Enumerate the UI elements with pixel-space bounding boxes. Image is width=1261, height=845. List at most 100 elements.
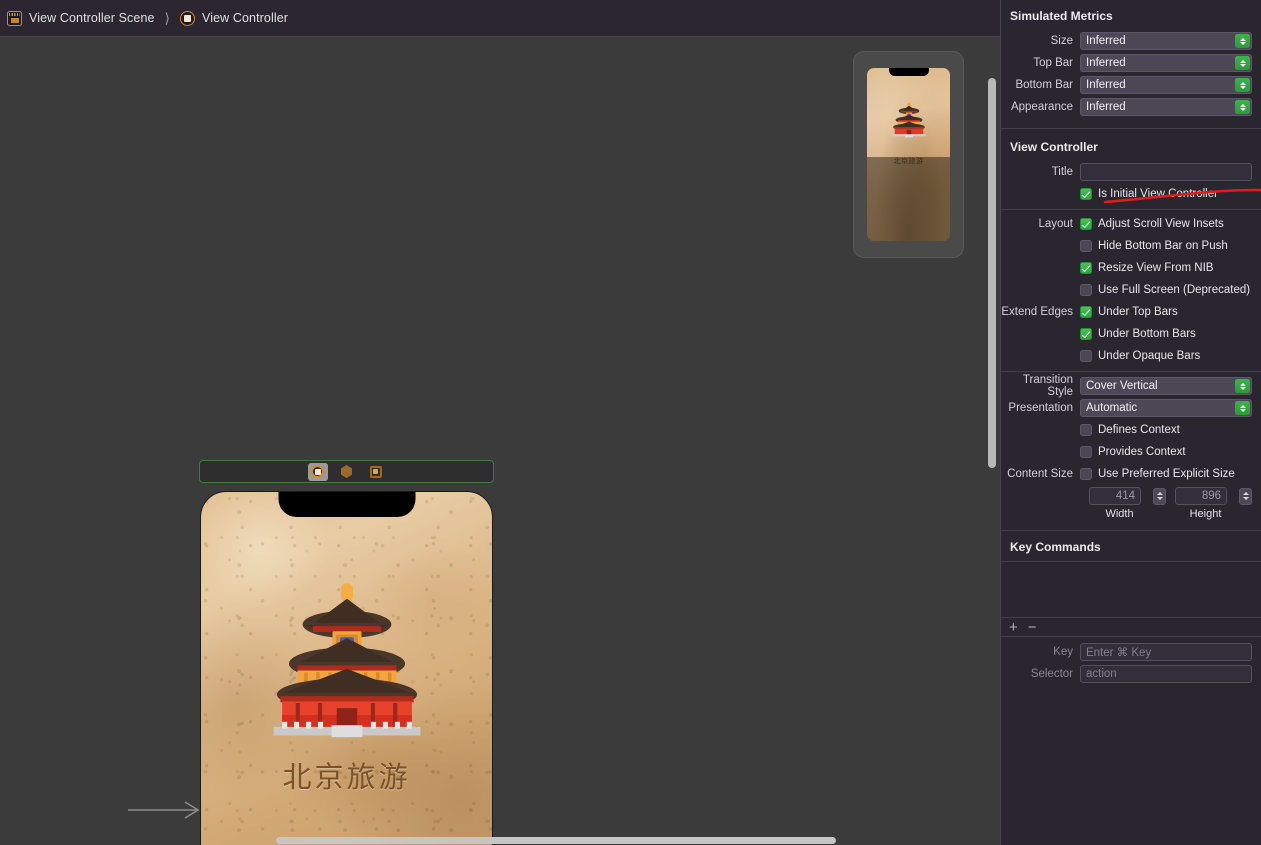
row-appearance[interactable]: Appearance Inferred: [1001, 96, 1261, 118]
selector-input[interactable]: action: [1080, 665, 1252, 683]
row-provides-context[interactable]: Provides Context: [1001, 441, 1261, 463]
canvas-horizontal-scrollbar[interactable]: [276, 837, 836, 844]
dock-item-view-controller[interactable]: [307, 462, 328, 481]
checkbox-use-preferred-explicit-size[interactable]: Use Preferred Explicit Size: [1080, 465, 1235, 483]
checkbox-icon: [1080, 424, 1092, 436]
checkbox-under-bottom-bars[interactable]: Under Bottom Bars: [1080, 325, 1196, 343]
simulated-metrics-header: Simulated Metrics: [1010, 9, 1113, 23]
width-stepper[interactable]: [1153, 487, 1166, 505]
device-thumbnail-preview[interactable]: 北京旅游: [853, 51, 964, 258]
checkbox-icon: [1080, 188, 1092, 200]
content-size-captions: Width Height: [1001, 508, 1261, 520]
row-layout-4[interactable]: Use Full Screen (Deprecated): [1001, 279, 1261, 301]
height-caption: Height: [1189, 508, 1222, 520]
row-extend-edges-2[interactable]: Under Bottom Bars: [1001, 323, 1261, 345]
device-preview[interactable]: 北京旅游: [200, 491, 493, 845]
view-controller-icon: [311, 465, 324, 478]
popup-bottom-bar[interactable]: Inferred: [1080, 76, 1252, 94]
label-title: Title: [1051, 166, 1073, 178]
popup-appearance[interactable]: Inferred: [1080, 98, 1252, 116]
checkbox-is-initial-view-controller[interactable]: Is Initial View Controller: [1080, 185, 1218, 203]
divider: [1001, 371, 1261, 372]
breadcrumb-item-controller[interactable]: View Controller: [180, 10, 288, 26]
popup-top-bar-value: Inferred: [1086, 57, 1126, 69]
popup-size-value: Inferred: [1086, 35, 1126, 47]
checkbox-icon: [1080, 306, 1092, 318]
scene-dock[interactable]: [199, 460, 494, 483]
popup-appearance-value: Inferred: [1086, 101, 1126, 113]
width-caption: Width: [1105, 508, 1134, 520]
attributes-inspector[interactable]: Simulated Metrics Size Inferred Top Bar …: [1000, 0, 1261, 845]
height-input[interactable]: 896: [1175, 487, 1227, 505]
popup-presentation[interactable]: Automatic: [1080, 399, 1252, 417]
row-extend-edges-1[interactable]: Extend Edges Under Top Bars: [1001, 301, 1261, 323]
checkbox-icon: [1080, 350, 1092, 362]
row-is-initial[interactable]: Is Initial View Controller: [1001, 183, 1261, 205]
row-top-bar[interactable]: Top Bar Inferred: [1001, 52, 1261, 74]
popup-size[interactable]: Inferred: [1080, 32, 1252, 50]
row-defines-context[interactable]: Defines Context: [1001, 419, 1261, 441]
thumbnail-notch: [888, 68, 929, 76]
chevron-updown-icon: [1235, 100, 1250, 114]
row-layout-3[interactable]: Resize View From NIB: [1001, 257, 1261, 279]
thumbnail-screen: 北京旅游: [867, 68, 950, 241]
key-input[interactable]: Enter ⌘ Key: [1080, 643, 1252, 661]
popup-top-bar[interactable]: Inferred: [1080, 54, 1252, 72]
popup-transition-style[interactable]: Cover Vertical: [1080, 377, 1252, 395]
chevron-updown-icon: [1235, 379, 1250, 393]
checkbox-adjust-scroll-view-insets[interactable]: Adjust Scroll View Insets: [1080, 215, 1224, 233]
label-content-size: Content Size: [1007, 468, 1073, 480]
key-commands-list[interactable]: [1001, 561, 1261, 618]
row-extend-edges-3[interactable]: Under Opaque Bars: [1001, 345, 1261, 367]
temple-of-heaven-icon: [273, 582, 420, 737]
row-selector[interactable]: Selector action: [1001, 663, 1261, 685]
width-input[interactable]: 414: [1089, 487, 1141, 505]
row-size[interactable]: Size Inferred: [1001, 30, 1261, 52]
key-commands-toolbar[interactable]: + −: [1001, 618, 1261, 637]
popup-transition-style-value: Cover Vertical: [1086, 380, 1158, 392]
label-presentation: Presentation: [1008, 402, 1073, 414]
view-controller-icon: [180, 10, 196, 26]
breadcrumb-item-scene[interactable]: View Controller Scene: [7, 10, 155, 26]
view-controller-header: View Controller: [1010, 140, 1098, 154]
row-layout-1[interactable]: Layout Adjust Scroll View Insets: [1001, 213, 1261, 235]
label-appearance: Appearance: [1010, 101, 1073, 113]
xcode-interface-builder: View Controller Scene ⟩ View Controller: [0, 0, 1261, 845]
storyboard-canvas[interactable]: View Controller Scene ⟩ View Controller: [0, 0, 1000, 845]
popup-bottom-bar-value: Inferred: [1086, 79, 1126, 91]
row-key[interactable]: Key Enter ⌘ Key: [1001, 641, 1261, 663]
chevron-updown-icon: [1235, 78, 1250, 92]
row-bottom-bar[interactable]: Bottom Bar Inferred: [1001, 74, 1261, 96]
row-content-size[interactable]: Content Size Use Preferred Explicit Size: [1001, 463, 1261, 485]
content-size-fields[interactable]: 414 896: [1001, 485, 1261, 507]
initial-view-controller-arrow-icon: [128, 801, 200, 819]
title-input[interactable]: [1080, 163, 1252, 181]
row-layout-2[interactable]: Hide Bottom Bar on Push: [1001, 235, 1261, 257]
add-key-command-button[interactable]: +: [1009, 620, 1018, 635]
row-transition-style[interactable]: Transition Style Cover Vertical: [1001, 374, 1261, 398]
label-layout: Layout: [1038, 218, 1073, 230]
breadcrumb-scene-label: View Controller Scene: [29, 11, 155, 25]
checkbox-hide-bottom-bar-on-push[interactable]: Hide Bottom Bar on Push: [1080, 237, 1228, 255]
label-key: Key: [1053, 646, 1073, 658]
checkbox-under-top-bars[interactable]: Under Top Bars: [1080, 303, 1178, 321]
label-top-bar: Top Bar: [1033, 57, 1073, 69]
height-stepper[interactable]: [1239, 487, 1252, 505]
checkbox-resize-view-from-nib[interactable]: Resize View From NIB: [1080, 259, 1213, 277]
remove-key-command-button[interactable]: −: [1028, 620, 1037, 635]
device-title-label: 北京旅游: [282, 759, 411, 794]
device-content: 北京旅游: [201, 492, 492, 845]
checkbox-use-full-screen[interactable]: Use Full Screen (Deprecated): [1080, 281, 1250, 299]
breadcrumb[interactable]: View Controller Scene ⟩ View Controller: [0, 0, 1000, 37]
checkbox-icon: [1080, 262, 1092, 274]
device-notch: [278, 492, 415, 517]
dock-item-first-responder[interactable]: [337, 463, 357, 481]
row-title[interactable]: Title: [1001, 161, 1261, 183]
row-presentation[interactable]: Presentation Automatic: [1001, 397, 1261, 419]
checkbox-under-opaque-bars[interactable]: Under Opaque Bars: [1080, 347, 1200, 365]
checkbox-defines-context[interactable]: Defines Context: [1080, 421, 1180, 439]
label-size: Size: [1050, 35, 1073, 47]
checkbox-provides-context[interactable]: Provides Context: [1080, 443, 1186, 461]
dock-item-exit[interactable]: [366, 463, 386, 481]
canvas-vertical-scrollbar[interactable]: [988, 78, 996, 468]
